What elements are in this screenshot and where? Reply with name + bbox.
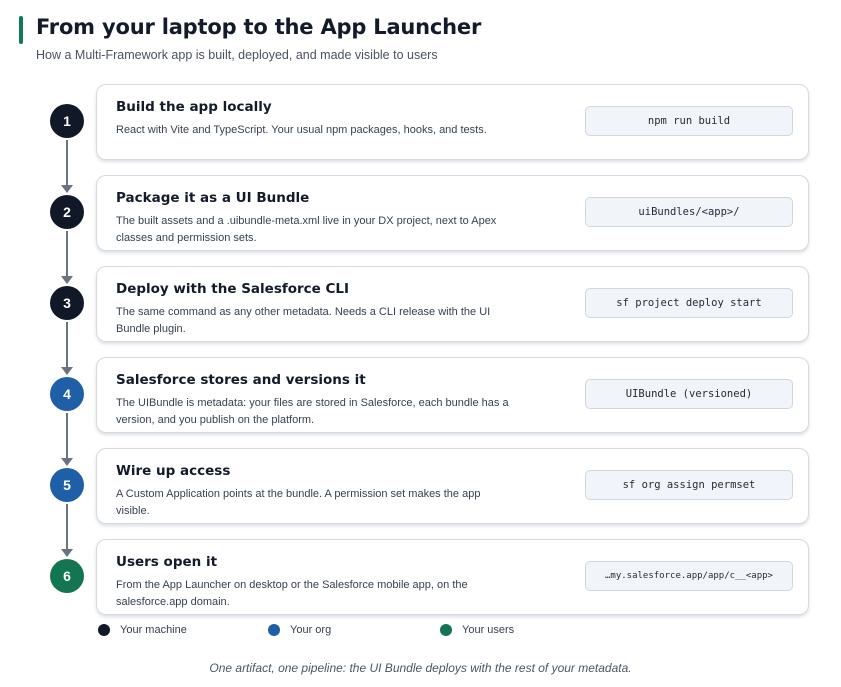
legend-dot-icon (268, 624, 280, 636)
step-description: From the App Launcher on desktop or the … (116, 579, 468, 608)
step-command-chip: …my.salesforce.app/app/c__<app> (585, 561, 793, 591)
step-1: 1 Build the app locally React with Vite an… (0, 84, 841, 160)
step-card: Users open it From the App Launcher on de… (96, 539, 809, 615)
legend-label: Your org (290, 624, 332, 636)
step-title: Users open it (116, 554, 218, 570)
legend-label: Your users (462, 624, 515, 636)
title-accent-bar (19, 16, 23, 44)
legend-item-org: Your org (268, 624, 331, 636)
step-number-badge: 6 (50, 559, 84, 593)
step-2: 2 Package it as a UI Bundle The built asse… (0, 175, 841, 251)
step-title: Build the app locally (116, 99, 272, 115)
step-number-badge: 4 (50, 377, 84, 411)
step-command-chip: npm run build (585, 106, 793, 136)
step-description: The UIBundle is metadata: your files are… (116, 397, 509, 426)
step-description: React with Vite and TypeScript. Your usu… (116, 124, 487, 136)
step-command-chip: uiBundles/<app>/ (585, 197, 793, 227)
step-card: Wire up access A Custom Application point… (96, 448, 809, 524)
page-subtitle: How a Multi-Framework app is built, depl… (36, 48, 438, 62)
step-4: 4 Salesforce stores and versions it The UI… (0, 357, 841, 433)
legend-dot-icon (98, 624, 110, 636)
step-number-badge: 1 (50, 104, 84, 138)
step-description: A Custom Application points at the bundl… (116, 488, 481, 517)
legend-item-machine: Your machine (98, 624, 187, 636)
step-number-badge: 5 (50, 468, 84, 502)
legend: Your machine Your org Your users (0, 624, 841, 640)
step-card: Build the app locally React with Vite and… (96, 84, 809, 160)
legend-dot-icon (440, 624, 452, 636)
step-command-chip: sf project deploy start (585, 288, 793, 318)
step-title: Deploy with the Salesforce CLI (116, 281, 350, 297)
footer-note: One artifact, one pipeline: the UI Bundl… (209, 661, 632, 675)
step-title: Salesforce stores and versions it (116, 372, 366, 388)
step-number-badge: 2 (50, 195, 84, 229)
step-number-badge: 3 (50, 286, 84, 320)
step-command-chip: UIBundle (versioned) (585, 379, 793, 409)
step-description: The same command as any other metadata. … (116, 306, 491, 335)
step-card: Package it as a UI Bundle The built asset… (96, 175, 809, 251)
step-5: 5 Wire up access A Custom Application poin… (0, 448, 841, 524)
legend-label: Your machine (120, 624, 187, 636)
step-3: 3 Deploy with the Salesforce CLI The same … (0, 266, 841, 342)
step-command-chip: sf org assign permset (585, 470, 793, 500)
step-card: Salesforce stores and versions it The UIB… (96, 357, 809, 433)
step-card: Deploy with the Salesforce CLI The same c… (96, 266, 809, 342)
step-6: 6 Users open it From the App Launcher on d… (0, 539, 841, 615)
step-title: Package it as a UI Bundle (116, 190, 310, 206)
page-title: From your laptop to the App Launcher (36, 15, 482, 39)
legend-item-users: Your users (440, 624, 514, 636)
step-description: The built assets and a .uibundle-meta.xm… (116, 215, 497, 244)
step-title: Wire up access (116, 463, 231, 479)
